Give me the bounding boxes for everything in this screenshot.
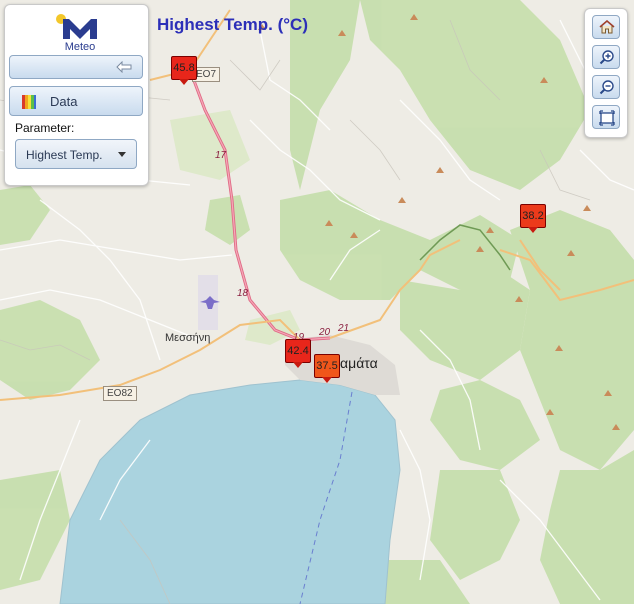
map-title: Highest Temp. (°C)	[157, 15, 308, 34]
zoom-in-button[interactable]	[592, 45, 620, 69]
home-button[interactable]	[592, 15, 620, 39]
meteo-logo: Meteo	[55, 13, 105, 53]
road-number: 18	[237, 288, 249, 299]
temperature-marker[interactable]: 38.2	[520, 204, 546, 233]
temperature-marker[interactable]: 42.4	[285, 339, 311, 368]
zoom-out-button[interactable]	[592, 75, 620, 99]
data-button[interactable]: Data	[9, 86, 143, 116]
temperature-marker[interactable]: 45.8	[171, 56, 197, 85]
zoom-extent-icon	[599, 110, 615, 126]
marker-value: 45.8	[173, 62, 195, 74]
home-icon	[599, 20, 615, 34]
place-label-messini: Μεσσήνη	[165, 332, 211, 344]
parameter-select[interactable]: Highest Temp.	[15, 139, 137, 169]
marker-value: 38.2	[522, 210, 544, 222]
zoom-in-icon	[599, 50, 614, 65]
caret-down-icon	[118, 152, 126, 157]
zoom-extent-button[interactable]	[592, 105, 620, 129]
marker-value: 37.5	[316, 360, 338, 372]
road-number: 17	[215, 150, 227, 161]
data-button-label: Data	[50, 94, 78, 109]
color-scale-icon	[22, 95, 36, 109]
road-number: 20	[319, 327, 331, 338]
parameter-select-value: Highest Temp.	[26, 148, 103, 162]
map-controls	[584, 8, 628, 138]
road-number: 21	[338, 323, 350, 334]
road-shield: EO82	[103, 386, 137, 401]
arrow-left-icon	[116, 61, 132, 73]
temperature-marker[interactable]: 37.5	[314, 354, 340, 383]
parameter-label: Parameter:	[15, 121, 75, 135]
collapse-panel-button[interactable]	[9, 55, 143, 79]
control-panel: Meteo Data Parameter: Highest Temp.	[4, 4, 149, 186]
zoom-out-icon	[599, 80, 614, 95]
logo-text: Meteo	[64, 41, 96, 53]
marker-value: 42.4	[287, 345, 309, 357]
meteo-logo-icon	[56, 14, 97, 39]
